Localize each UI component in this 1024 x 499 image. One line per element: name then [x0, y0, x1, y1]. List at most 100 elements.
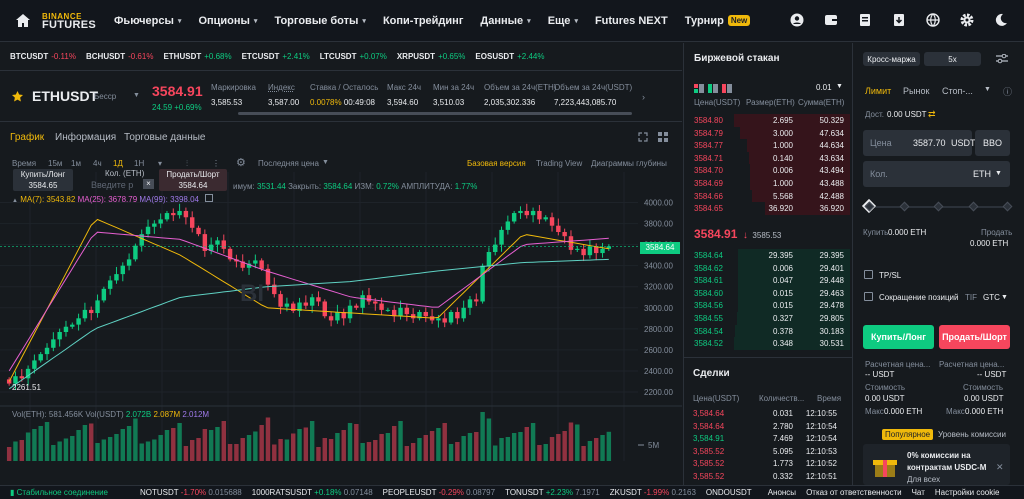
ticker-item[interactable]: BTCUSDT -0.11%: [10, 52, 76, 61]
promo-card[interactable]: 0% комиссии на контрактам USDC-M Для все…: [863, 444, 1010, 485]
status-ticker[interactable]: TONUSDT +2.23% 7.1971: [505, 488, 600, 497]
ob-row-ask[interactable]: 3584.70 0.006 43.494: [684, 164, 852, 177]
ob-row-bid[interactable]: 3584.61 0.047 29.448: [684, 274, 852, 287]
profile-icon[interactable]: [790, 13, 806, 29]
ob-row-bid[interactable]: 3584.55 0.327 29.805: [684, 312, 852, 325]
order-info-icon[interactable]: ⓘ: [1003, 85, 1012, 98]
ticker-item[interactable]: XRPUSDT +0.65%: [397, 52, 466, 61]
nav-item-2[interactable]: Торговые боты ▾: [274, 15, 366, 27]
tf-15m[interactable]: 15м: [48, 159, 62, 168]
ticker-item[interactable]: ETHUSDT +0.68%: [163, 52, 231, 61]
price-chart[interactable]: 4000.003800.003600.003400.003200.003000.…: [0, 169, 682, 461]
tf-4h[interactable]: 4ч: [93, 159, 102, 168]
download-icon[interactable]: [892, 13, 908, 29]
fullscreen-icon[interactable]: [638, 132, 648, 142]
indicators-icon[interactable]: ⫶: [186, 159, 188, 169]
order-settings-icon[interactable]: [996, 54, 1008, 64]
ticker-item[interactable]: EOSUSDT +2.44%: [475, 52, 544, 61]
qty-unit-dropdown-icon[interactable]: ▼: [995, 170, 1002, 177]
chart-settings-icon[interactable]: ⚙: [236, 156, 246, 169]
ob-both-icon[interactable]: [694, 84, 704, 93]
tf-1d[interactable]: 1Д: [113, 159, 123, 168]
ob-step-select[interactable]: 0.01: [816, 83, 832, 92]
ob-row-bid[interactable]: 3584.56 0.015 29.478: [684, 299, 852, 312]
ob-row-bid[interactable]: 3584.64 29.395 29.395: [684, 249, 852, 262]
status-ticker[interactable]: NOTUSDT -1.70% 0.015688: [140, 488, 242, 497]
slider-tick[interactable]: [1002, 201, 1013, 212]
nav-item-1[interactable]: Опционы ▾: [198, 15, 257, 27]
fee-tier-link[interactable]: Уровень комиссии: [938, 430, 1006, 439]
symbol-dropdown-icon[interactable]: ▼: [133, 92, 140, 99]
scroll-right-icon[interactable]: ›: [642, 92, 645, 102]
binance-futures-logo[interactable]: BINANCE FUTURES: [42, 12, 96, 31]
tf-1m[interactable]: 1м: [71, 159, 81, 168]
settings-icon[interactable]: [960, 13, 976, 29]
draw-tools-icon[interactable]: ⋮: [212, 159, 220, 168]
symbol-name[interactable]: ETHUSDT: [32, 88, 98, 104]
ob-row-ask[interactable]: 3584.77 1.000 44.634: [684, 139, 852, 152]
ob-row-ask[interactable]: 3584.80 2.695 50.329: [684, 114, 852, 127]
slider-tick[interactable]: [933, 201, 944, 212]
orders-icon[interactable]: [858, 13, 874, 29]
favorite-star-icon[interactable]: [12, 91, 23, 102]
tpsl-checkbox[interactable]: [864, 270, 873, 279]
transfer-icon[interactable]: ⇄: [928, 109, 936, 120]
reduce-only-checkbox[interactable]: [864, 292, 873, 301]
tradingview-link[interactable]: Trading View: [536, 159, 582, 168]
leverage-button[interactable]: 5x: [924, 52, 981, 66]
ob-row-ask[interactable]: 3584.79 3.000 47.634: [684, 126, 852, 140]
status-ticker[interactable]: ONDOUSDT: [706, 488, 752, 497]
stat-label[interactable]: Индекс: [268, 83, 299, 92]
ob-row-bid[interactable]: 3584.62 0.006 29.401: [684, 261, 852, 275]
quick-sell-button[interactable]: Продать/Шорт 3584.64: [159, 169, 227, 191]
tab-trade-data[interactable]: Торговые данные: [124, 132, 205, 143]
status-ticker[interactable]: PEOPLEUSDT -0.29% 0.08797: [383, 488, 495, 497]
tf-more-icon[interactable]: ▾: [158, 159, 162, 168]
tf-1w[interactable]: 1Н: [134, 159, 144, 168]
price-source-dropdown-icon[interactable]: ▼: [322, 159, 329, 166]
ob-row-bid[interactable]: 3584.52 0.348 30.531: [684, 337, 852, 350]
tf-time[interactable]: Время: [12, 159, 36, 168]
ob-row-ask[interactable]: 3584.71 0.140 43.634: [684, 151, 852, 165]
tif-select[interactable]: GTC: [983, 293, 1000, 302]
tab-limit[interactable]: Лимит: [865, 86, 891, 96]
status-link[interactable]: Анонсы: [768, 488, 796, 497]
ob-bids-icon[interactable]: [708, 84, 718, 93]
quick-buy-button[interactable]: Купить/Лонг 3584.65: [13, 169, 73, 191]
ticker-item[interactable]: ETCUSDT +2.41%: [242, 52, 310, 61]
buy-long-button[interactable]: Купить/Лонг: [863, 325, 934, 349]
sell-short-button[interactable]: Продать/Шорт: [939, 325, 1010, 349]
home-icon[interactable]: [14, 12, 32, 30]
status-link[interactable]: Настройки cookie: [935, 488, 1000, 497]
layout-grid-icon[interactable]: [658, 132, 668, 142]
nav-item-6[interactable]: Futures NEXT: [595, 15, 668, 27]
price-input[interactable]: Цена 3587.70 USDT: [863, 130, 976, 156]
ob-row-bid[interactable]: 3584.54 0.378 30.183: [684, 324, 852, 338]
ma-settings-icon[interactable]: [205, 194, 214, 202]
price-source-select[interactable]: Последняя цена: [258, 159, 319, 168]
ob-step-dropdown-icon[interactable]: ▼: [836, 83, 843, 90]
status-link[interactable]: Чат: [912, 488, 925, 497]
promo-close-icon[interactable]: ✕: [996, 462, 1004, 473]
nav-item-7[interactable]: Турнир New: [685, 15, 751, 27]
stop-dropdown-icon[interactable]: ▼: [984, 86, 991, 93]
slider-tick[interactable]: [968, 201, 978, 212]
nav-item-0[interactable]: Фьючерсы ▾: [114, 15, 181, 27]
depth-chart-link[interactable]: Диаграммы глубины: [591, 159, 667, 168]
nav-item-4[interactable]: Данные ▾: [480, 15, 530, 27]
status-ticker[interactable]: 1000RATSUSDT +0.18% 0.07148: [252, 488, 373, 497]
nav-item-3[interactable]: Копи-трейдинг: [383, 15, 463, 27]
stats-scrollbar[interactable]: [238, 112, 632, 115]
margin-mode-button[interactable]: Кросс-маржа: [863, 52, 920, 66]
tab-market[interactable]: Рынок: [903, 86, 929, 96]
tif-dropdown-icon[interactable]: ▼: [1001, 294, 1008, 301]
tab-info[interactable]: Информация: [55, 132, 116, 143]
bbo-button[interactable]: BBO: [975, 130, 1010, 156]
tab-stop[interactable]: Стоп-...: [942, 86, 973, 96]
language-icon[interactable]: [926, 13, 942, 29]
qty-input[interactable]: Кол. ETH ▼: [863, 161, 1010, 187]
wallet-icon[interactable]: [824, 13, 840, 29]
ob-asks-icon[interactable]: [722, 84, 732, 93]
ob-row-ask[interactable]: 3584.65 36.920 36.920: [684, 202, 852, 215]
quick-qty-input[interactable]: Кол. (ETH) Введите р ×: [77, 169, 157, 191]
